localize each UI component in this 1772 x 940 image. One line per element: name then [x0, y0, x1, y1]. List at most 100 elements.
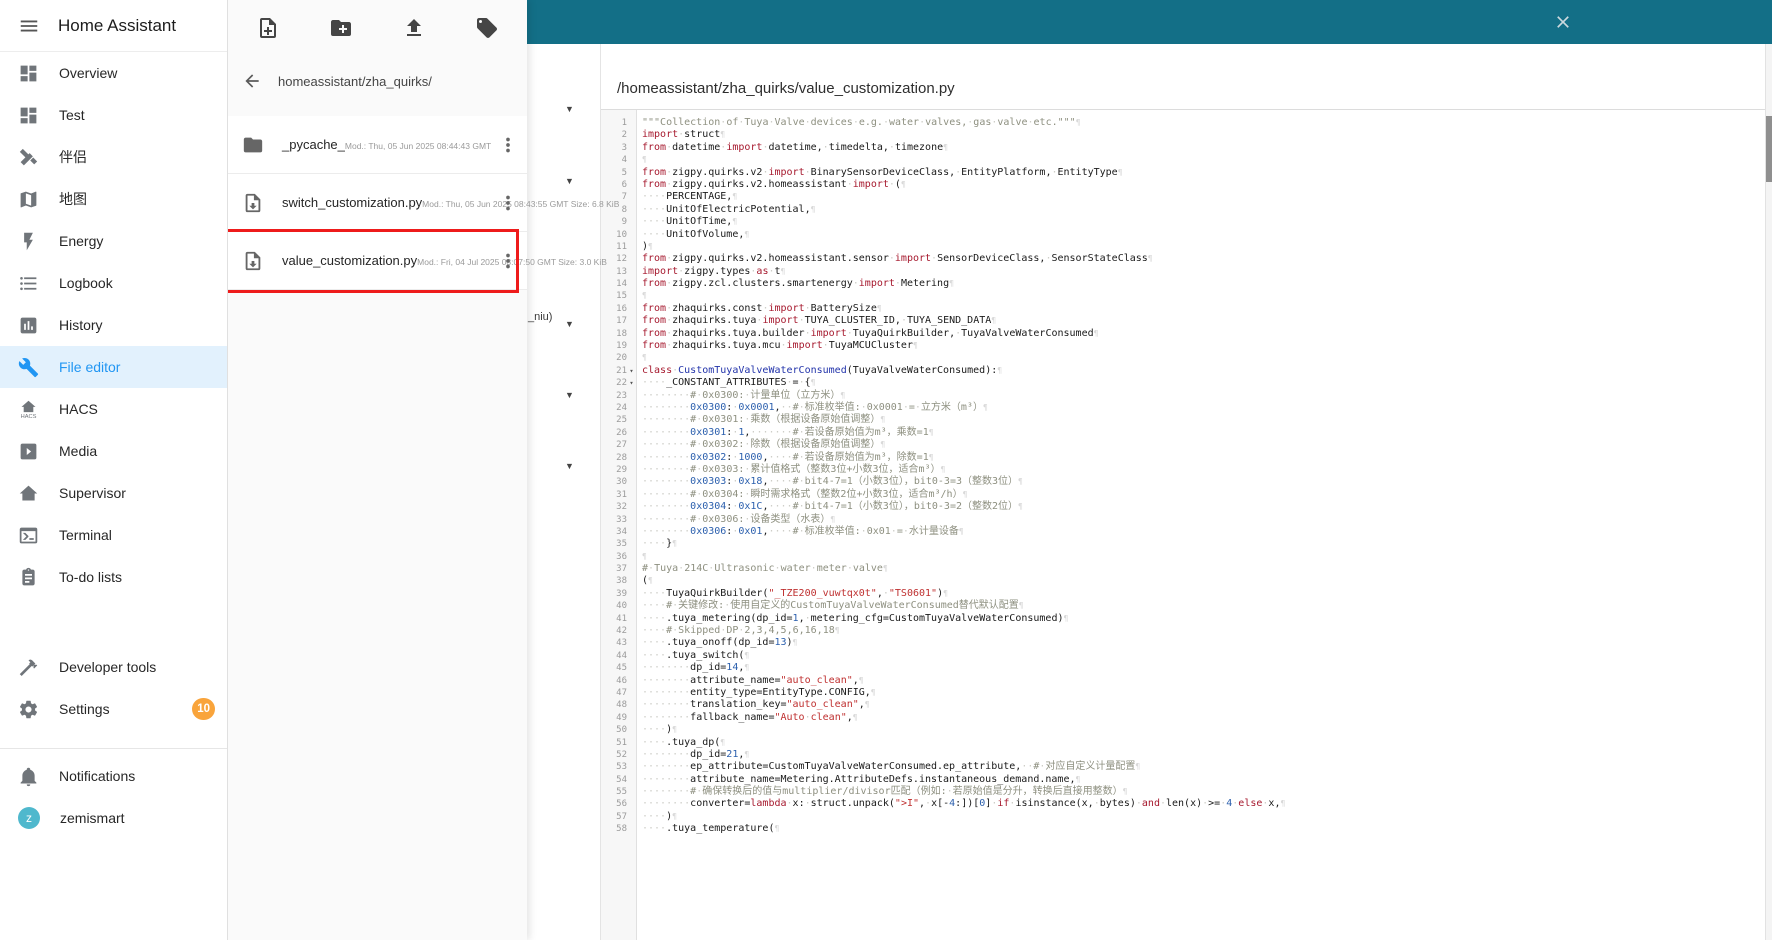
line-number: 14	[601, 278, 636, 290]
line-number: 48	[601, 699, 636, 711]
line-number: 25	[601, 414, 636, 426]
file-row[interactable]: _pycache_Mod.: Thu, 05 Jun 2025 08:44:43…	[228, 116, 527, 174]
chevron-down-icon: ▼	[565, 461, 574, 471]
sidebar-item-label: zemismart	[60, 810, 215, 826]
line-number: 46	[601, 675, 636, 687]
fold-arrow-icon[interactable]: ▾	[627, 377, 636, 389]
sidebar-item-terminal[interactable]: Terminal	[0, 514, 227, 556]
code-editor[interactable]: 1"""Collection·of·Tuya·Valve·devices·e.g…	[601, 110, 1765, 940]
file-menu-icon[interactable]	[497, 250, 519, 272]
sidebar-item-overview[interactable]: Overview	[0, 52, 227, 94]
line-number: 39	[601, 588, 636, 600]
back-icon[interactable]	[242, 71, 262, 91]
code-line: 11)¶	[601, 241, 1765, 253]
fold-arrow-icon[interactable]: ▾	[627, 365, 636, 377]
sidebar-spacer	[0, 598, 227, 646]
file-meta: Mod.: Thu, 05 Jun 2025 08:43:55 GMT Size…	[422, 199, 619, 209]
code-line: 18from·zhaquirks.tuya.builder·import·Tuy…	[601, 328, 1765, 340]
sidebar-item-label: History	[59, 317, 215, 333]
file-row-highlighted[interactable]: value_customization.pyMod.: Fri, 04 Jul …	[228, 232, 527, 290]
code-line: 6from·zigpy.quirks.v2.homeassistant·impo…	[601, 179, 1765, 191]
line-number: 52	[601, 749, 636, 761]
sidebar-item-file-editor[interactable]: File editor	[0, 346, 227, 388]
file-row[interactable]: switch_customization.pyMod.: Thu, 05 Jun…	[228, 174, 527, 232]
line-number: 33	[601, 514, 636, 526]
line-number: 26	[601, 427, 636, 439]
line-number: 32	[601, 501, 636, 513]
line-number: 47	[601, 687, 636, 699]
tag-icon[interactable]	[475, 16, 499, 40]
line-number: 34	[601, 526, 636, 538]
sidebar-item-map[interactable]: 地图	[0, 178, 227, 220]
sidebar-item-energy[interactable]: Energy	[0, 220, 227, 262]
scrollbar-track[interactable]	[1765, 44, 1772, 940]
code-line: 42····#·Skipped·DP·2,3,4,5,6,16,18¶	[601, 625, 1765, 637]
code-line: 8····UnitOfElectricPotential,¶	[601, 204, 1765, 216]
code-line: 45········dp_id=14,¶	[601, 662, 1765, 674]
close-icon[interactable]	[1553, 12, 1573, 32]
code-line: 46········attribute_name="auto_clean",¶	[601, 675, 1765, 687]
top-header-bar	[527, 0, 1772, 44]
sidebar-item-supervisor[interactable]: Supervisor	[0, 472, 227, 514]
sidebar-item-logbook[interactable]: Logbook	[0, 262, 227, 304]
line-number: 17	[601, 315, 636, 327]
line-number: 58	[601, 823, 636, 835]
line-number: 6	[601, 179, 636, 191]
code-line: 5from·zigpy.quirks.v2·import·BinarySenso…	[601, 167, 1765, 179]
code-line: 34········0x0306:·0x01,····#·标准枚举值:·0x01…	[601, 526, 1765, 538]
file-path: /homeassistant/zha_quirks/value_customiz…	[617, 80, 955, 97]
code-line: 40····#·关键修改:·使用自定义的CustomTuyaValveWater…	[601, 600, 1765, 612]
sidebar-item-user[interactable]: zzemismart	[0, 797, 227, 839]
new-folder-icon[interactable]	[329, 16, 353, 40]
upload-icon[interactable]	[402, 16, 426, 40]
code-line: 39····TuyaQuirkBuilder("_TZE200_vuwtqx0t…	[601, 588, 1765, 600]
sidebar-item-label: Overview	[59, 65, 215, 81]
sidebar-item-label: File editor	[59, 359, 215, 375]
code-line: 53········ep_attribute=CustomTuyaValveWa…	[601, 761, 1765, 773]
line-number: 51	[601, 737, 636, 749]
scrollbar-thumb[interactable]	[1766, 116, 1772, 182]
sidebar-item-label: Test	[59, 107, 215, 123]
line-number: 3	[601, 142, 636, 154]
new-file-icon[interactable]	[256, 16, 280, 40]
sidebar-item-media[interactable]: Media	[0, 430, 227, 472]
sidebar-item-developer-tools[interactable]: Developer tools	[0, 646, 227, 688]
sidebar-item-label: Energy	[59, 233, 215, 249]
file-menu-icon[interactable]	[497, 134, 519, 156]
sidebar: Home Assistant OverviewTest伴侣地图EnergyLog…	[0, 0, 228, 940]
code-line: 7····PERCENTAGE,¶	[601, 191, 1765, 203]
sidebar-item-label: Settings	[59, 701, 172, 717]
code-line: 55········#·确保转换后的值与multiplier/divisor匹配…	[601, 786, 1765, 798]
chevron-down-icon: ▼	[565, 390, 574, 400]
chevron-down-icon: ▼	[565, 176, 574, 186]
sidebar-item-companion[interactable]: 伴侣	[0, 136, 227, 178]
sidebar-item-todo-lists[interactable]: To-do lists	[0, 556, 227, 598]
settings-badge: 10	[192, 698, 215, 720]
sidebar-item-notifications[interactable]: Notifications	[0, 755, 227, 797]
line-number: 40	[601, 600, 636, 612]
hammer-icon	[18, 657, 39, 678]
code-line: 30········0x0303:·0x18,····#·bit4-7=1（小数…	[601, 476, 1765, 488]
sidebar-item-label: Supervisor	[59, 485, 215, 501]
media-icon	[18, 441, 39, 462]
code-line: 54········attribute_name=Metering.Attrib…	[601, 774, 1765, 786]
line-number: 22▾	[601, 377, 636, 389]
code-line: 9····UnitOfTime,¶	[601, 216, 1765, 228]
sidebar-item-settings[interactable]: Settings 10	[0, 688, 227, 730]
line-number: 50	[601, 724, 636, 736]
line-number: 45	[601, 662, 636, 674]
file-toolbar	[228, 0, 527, 56]
menu-icon[interactable]	[18, 15, 40, 37]
list-icon	[18, 273, 39, 294]
line-number: 44	[601, 650, 636, 662]
line-number: 49	[601, 712, 636, 724]
terminal-icon	[18, 525, 39, 546]
file-menu-icon[interactable]	[497, 192, 519, 214]
sidebar-item-history[interactable]: History	[0, 304, 227, 346]
sidebar-item-hacs[interactable]: HACSHACS	[0, 388, 227, 430]
code-line: 49········fallback_name="Auto·clean",¶	[601, 712, 1765, 724]
code-line: 35····}¶	[601, 538, 1765, 550]
sidebar-tools-nav: Developer tools Settings 10	[0, 646, 227, 730]
sidebar-item-test[interactable]: Test	[0, 94, 227, 136]
line-number: 1	[601, 117, 636, 129]
